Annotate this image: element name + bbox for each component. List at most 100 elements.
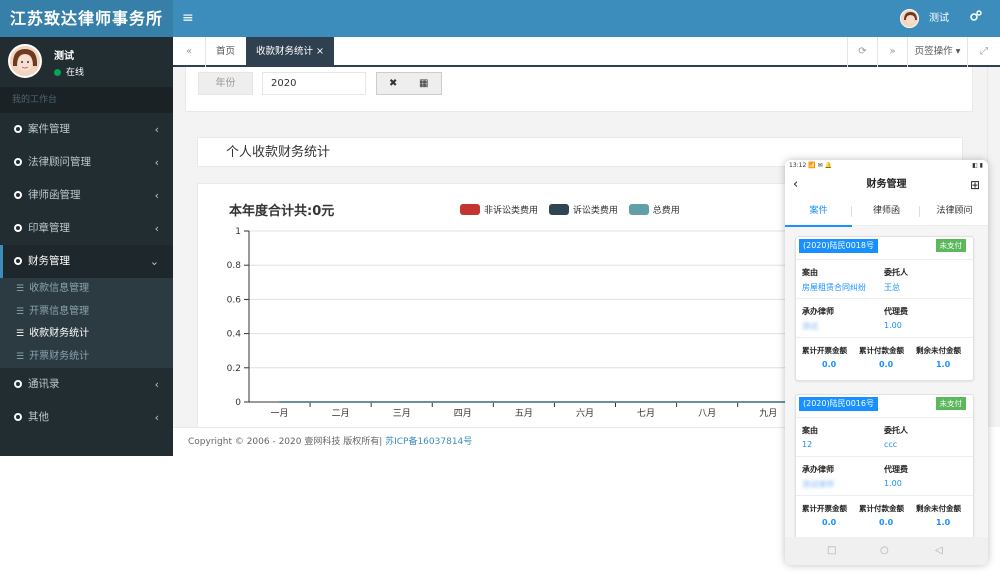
phone-status-bar: 13:12 📶 ✉ 🔔 ◧ ▮ [785, 160, 988, 172]
circle-icon [14, 413, 22, 421]
paid-value: 0.0 [879, 360, 894, 369]
calendar-icon[interactable]: ▦ [419, 73, 428, 94]
chevron-left-icon: ‹ [154, 378, 159, 391]
x-tick-label: 二月 [332, 408, 350, 419]
recent-apps-icon[interactable]: □ [827, 537, 836, 565]
phone-tab-letters[interactable]: 律师函 [853, 198, 920, 225]
unpaid-value: 1.0 [936, 360, 951, 369]
sidebar-item-finance[interactable]: 财务管理 ⌄ [0, 245, 173, 278]
phone-nav-bar: □ ○ ◁ [785, 537, 988, 565]
top-user-name[interactable]: 测试 [929, 0, 949, 37]
unpaid-label: 剩余未付金额 [916, 504, 961, 513]
submenu-item-label: 收款信息管理 [29, 283, 90, 294]
top-navbar: 江苏致达律师事务所 ≡ 测试 [0, 0, 1000, 37]
gear-icon[interactable] [970, 0, 982, 37]
phone-title: 财务管理 [866, 179, 907, 190]
list-icon: ☰ [16, 329, 25, 339]
sidebar-item-seals[interactable]: 印章管理 ‹ [0, 212, 173, 245]
sidebar: 测试 在线 我的工作台 案件管理 ‹ 法律顾问管理 ‹ 律师函管理 ‹ 印章管理 ‹ 财… [0, 37, 173, 456]
circle-icon [14, 224, 22, 232]
sidebar-item-other[interactable]: 其他 ‹ [0, 401, 173, 434]
sidebar-toggle-icon[interactable]: ≡ [182, 0, 194, 37]
back-icon[interactable]: ◁ [935, 537, 943, 565]
fee-value: 1.00 [884, 479, 902, 488]
submenu-item-invoice-info[interactable]: ☰ 开票信息管理 [0, 301, 173, 324]
phone-tab-counsel[interactable]: 法律顾问 [921, 198, 988, 225]
case-card[interactable]: (2020)陆民0016号 未支付 案由 委托人 12 ccc 承办律师 代理费… [795, 394, 974, 539]
tab-home[interactable]: 首页 [206, 37, 245, 67]
grid-icon[interactable]: ⊞ [970, 172, 980, 198]
online-dot-icon [54, 69, 61, 76]
brand-logo[interactable]: 江苏致达律师事务所 [0, 0, 173, 37]
clear-icon[interactable]: ✖ [389, 73, 397, 94]
chevron-down-icon: ⌄ [149, 255, 159, 268]
case-card[interactable]: (2020)陆民0018号 未支付 案由 委托人 房屋租赁合同纠纷 王总 承办律… [795, 236, 974, 381]
icp-link[interactable]: 苏ICP备16037814号 [385, 437, 472, 447]
submenu-item-invoice-stats[interactable]: ☰ 开票财务统计 [0, 346, 173, 369]
scrollbar-track[interactable] [987, 67, 1000, 427]
invoiced-label: 累计开票金额 [802, 504, 847, 513]
fullscreen-icon[interactable]: ⤢ [967, 37, 1000, 67]
page-ops-dropdown[interactable]: 页签操作 ▾ [907, 37, 967, 67]
home-icon[interactable]: ○ [880, 537, 889, 565]
x-tick-label: 一月 [271, 408, 289, 419]
back-arrow-icon[interactable]: ‹ [793, 172, 798, 198]
circle-icon [14, 380, 22, 388]
year-label: 年份 [198, 72, 253, 95]
sidebar-item-label: 其他 [28, 411, 49, 423]
tabs-scroll-left-icon[interactable]: « [173, 37, 206, 67]
top-user-avatar[interactable] [900, 9, 919, 28]
close-icon[interactable]: × [316, 46, 324, 57]
y-tick-label: 0.8 [227, 261, 242, 271]
sidebar-item-label: 财务管理 [28, 255, 70, 267]
case-number: (2020)陆民0016号 [799, 397, 878, 411]
page-tabs-bar: « 首页 收款财务统计 × ⟳ » 页签操作 ▾ ⤢ [173, 37, 1000, 67]
list-icon: ☰ [16, 351, 25, 362]
section-title: 个人收款财务统计 [226, 145, 331, 160]
client-value: 王总 [884, 283, 900, 292]
y-tick-label: 0 [235, 398, 241, 408]
app-window: 江苏致达律师事务所 ≡ 测试 测试 在线 我的工作台 案件管理 ‹ 法律顾问管理 ‹… [0, 0, 1000, 588]
phone-tab-label: 法律顾问 [936, 206, 973, 216]
case-number: (2020)陆民0018号 [799, 239, 878, 253]
phone-status-right: ◧ ▮ [972, 162, 983, 169]
tab-receipt-stats[interactable]: 收款财务统计 × [246, 37, 335, 67]
paid-label: 累计付款金额 [859, 346, 904, 355]
caret-down-icon: ▾ [955, 46, 961, 57]
sidebar-item-counsel[interactable]: 法律顾问管理 ‹ [0, 146, 173, 179]
phone-tabs: 案件 律师函 法律顾问 [785, 198, 988, 227]
unpaid-value: 1.0 [936, 518, 951, 527]
sidebar-item-cases[interactable]: 案件管理 ‹ [0, 113, 173, 146]
cause-value: 12 [802, 440, 813, 449]
invoiced-value: 0.0 [822, 518, 837, 527]
sidebar-item-letters[interactable]: 律师函管理 ‹ [0, 179, 173, 212]
refresh-icon[interactable]: ⟳ [847, 37, 877, 67]
circle-icon [14, 158, 22, 166]
tab-label: 收款财务统计 [256, 46, 314, 57]
sidebar-header: 我的工作台 [0, 87, 173, 113]
lawyer-label: 承办律师 [802, 465, 834, 474]
lawyer-value-blurred: 测试 [802, 322, 818, 331]
submenu-item-receipt-info[interactable]: ☰ 收款信息管理 [0, 278, 173, 301]
circle-icon [14, 191, 22, 199]
sidebar-item-contacts[interactable]: 通讯录 ‹ [0, 368, 173, 401]
x-tick-label: 九月 [759, 408, 777, 419]
user-status-text: 在线 [66, 68, 85, 78]
user-status: 在线 [54, 65, 84, 78]
year-input[interactable]: 2020 [262, 72, 366, 95]
chevron-left-icon: ‹ [154, 411, 159, 424]
phone-tab-cases[interactable]: 案件 [785, 198, 852, 227]
mobile-preview: 13:12 📶 ✉ 🔔 ◧ ▮ ‹ 财务管理 ⊞ 案件 律师函 法律顾问 (20… [785, 160, 988, 565]
phone-status-left: 13:12 📶 ✉ 🔔 [789, 162, 832, 169]
cause-label: 案由 [802, 268, 818, 277]
client-value: ccc [884, 440, 898, 449]
fee-label: 代理费 [884, 307, 908, 316]
submenu-item-receipt-stats[interactable]: ☰ 收款财务统计 [0, 323, 173, 346]
list-icon: ☰ [16, 306, 25, 317]
tabs-scroll-right-icon[interactable]: » [877, 37, 907, 67]
user-avatar [8, 44, 42, 78]
sidebar-item-label: 法律顾问管理 [28, 156, 91, 168]
lawyer-label: 承办律师 [802, 307, 834, 316]
y-tick-label: 0.6 [227, 295, 242, 305]
submenu-item-label: 开票信息管理 [29, 305, 90, 317]
